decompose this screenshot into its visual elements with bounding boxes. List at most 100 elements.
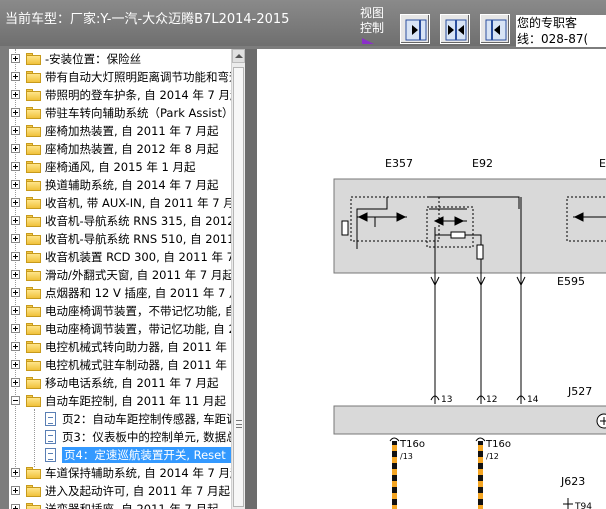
tree-folder-item[interactable]: 带有自动大灯照明距离调节功能和弯道 [9,68,231,86]
tree-folder-item[interactable]: 收音机-导航系统 RNS 510, 自 2011 [9,230,231,248]
tree-folder-item[interactable]: 座椅加热装置, 自 2011 年 7 月起 [9,122,231,140]
tree-item-label: 收音机, 带 AUX-IN, 自 2011 年 7 月 [45,196,231,210]
pin-number: 12 [486,395,498,405]
tree-folder-item[interactable]: 点烟器和 12 V 插座, 自 2011 年 7 月 [9,284,231,302]
tree-item-label: -安装位置：保险丝 [45,52,142,66]
view-indicator-icon [362,38,374,44]
tree-folder-item[interactable]: -安装位置：保险丝 [9,50,231,68]
expand-icon[interactable] [11,234,20,243]
tree-folder-item[interactable]: 电动座椅调节装置，不带记忆功能, 自 [9,302,231,320]
folder-icon [26,359,41,371]
folder-icon [26,197,41,209]
tree-folder-item[interactable]: 电动座椅调节装置，带记忆功能, 自 2 [9,320,231,338]
component-label: E595 [557,275,585,288]
folder-icon [26,503,41,509]
expand-icon[interactable] [11,54,20,63]
folder-icon [26,377,41,389]
expand-icon[interactable] [11,216,20,225]
tree-folder-item[interactable]: 自动车距控制, 自 2011 年 11 月起 [9,392,231,410]
tree-folder-item[interactable]: 带驻车转向辅助系统（Park Assist） [9,104,231,122]
expand-icon[interactable] [11,468,20,477]
vehicle-info: 当前车型：厂家:Y-一汽-大众迈腾B7L2014-2015 [5,12,290,27]
show-diagram-only-button[interactable] [400,14,430,44]
component-label: J527 [568,385,593,398]
folder-icon [26,161,41,173]
tree-folder-item[interactable]: 电控机械式驻车制动器, 自 2011 年 7 [9,356,231,374]
expand-icon[interactable] [11,378,20,387]
folder-icon [26,53,41,65]
expand-icon[interactable] [11,108,20,117]
tree-folder-item[interactable]: 带照明的登车护条, 自 2014 年 7 月起 [9,86,231,104]
tree-item-label: 座椅通风, 自 2015 年 1 月起 [45,160,196,174]
tree-folder-item[interactable]: 电控机械式转向助力器, 自 2011 年 7 [9,338,231,356]
tree-folder-item[interactable]: 进入及起动许可, 自 2011 年 7 月起 [9,482,231,500]
connector-label: T94 [575,502,592,509]
folder-icon [26,305,41,317]
show-tree-only-button[interactable] [480,14,510,44]
pin-number: 13 [441,395,453,405]
expand-icon[interactable] [11,162,20,171]
tree-page-item[interactable]: 页2：自动车距控制传感器, 车距调 [9,410,231,428]
component-label: E357 [385,157,413,170]
expand-icon[interactable] [11,306,20,315]
tree-item-label: 页3：仪表板中的控制单元, 数据总 [62,430,231,444]
expand-icon[interactable] [11,486,20,495]
wiring-diagram-canvas [333,178,606,509]
panel-left-icon [485,19,507,41]
wire-yellow-black-b [478,441,483,509]
scroll-up-button[interactable] [232,49,245,63]
collapse-icon[interactable] [11,396,20,405]
folder-icon [26,251,41,263]
tree-item-label: 收音机-导航系统 RNS 315, 自 2012 [45,214,231,228]
expand-icon[interactable] [11,504,20,509]
tree-scrollbar[interactable] [231,49,245,509]
expand-icon[interactable] [11,270,20,279]
tree-folder-item[interactable]: 座椅加热装置, 自 2012 年 8 月起 [9,140,231,158]
expand-icon[interactable] [11,360,20,369]
tree-folder-item[interactable]: 收音机装置 RCD 300, 自 2011 年 7 [9,248,231,266]
tree-item-label: 移动电话系统, 自 2011 年 7 月起 [45,376,219,390]
tree-item-label: 带有自动大灯照明距离调节功能和弯道 [45,70,231,84]
tree-folder-item[interactable]: 收音机-导航系统 RNS 315, 自 2012 [9,212,231,230]
tree-item-label: 换道辅助系统, 自 2014 年 7 月起 [45,178,219,192]
expand-icon[interactable] [11,288,20,297]
expand-icon[interactable] [11,72,20,81]
document-icon [45,412,56,426]
expand-icon[interactable] [11,126,20,135]
tree-folder-item[interactable]: 移动电话系统, 自 2011 年 7 月起 [9,374,231,392]
folder-icon [26,71,41,83]
tree-folder-item[interactable]: 车道保持辅助系统, 自 2014 年 7 月起 [9,464,231,482]
tree-item-label: 页4：定速巡航装置开关, Reset（ [62,447,231,463]
tree-folder-item[interactable]: 收音机, 带 AUX-IN, 自 2011 年 7 月 [9,194,231,212]
expand-icon[interactable] [11,180,20,189]
folder-icon [26,215,41,227]
tree-item-label: 点烟器和 12 V 插座, 自 2011 年 7 月 [45,286,231,300]
tree-item-label: 自动车距控制, 自 2011 年 11 月起 [45,394,226,408]
tree-item-label: 电控机械式转向助力器, 自 2011 年 7 [45,340,231,354]
tree-item-label: 收音机-导航系统 RNS 510, 自 2011 [45,232,231,246]
wiring-diagram[interactable]: E357 E92 E E595 J527 J623 13 12 14 T16o … [257,49,606,509]
panel-right-icon [405,19,427,41]
tree-folder-item[interactable]: 座椅通风, 自 2015 年 1 月起 [9,158,231,176]
tree-item-label: 车道保持辅助系统, 自 2014 年 7 月起 [45,466,231,480]
tree-folder-item[interactable]: 换道辅助系统, 自 2014 年 7 月起 [9,176,231,194]
expand-icon[interactable] [11,342,20,351]
scroll-thumb[interactable] [233,67,244,507]
pane-splitter[interactable] [245,49,257,509]
expand-icon[interactable] [11,252,20,261]
connector-label: T16o /13 [400,439,425,461]
tree-page-item[interactable]: 页4：定速巡航装置开关, Reset（ [9,446,231,464]
expand-icon[interactable] [11,324,20,333]
circuit-tree[interactable]: -安装位置：保险丝带有自动大灯照明距离调节功能和弯道带照明的登车护条, 自 20… [9,49,231,509]
expand-icon[interactable] [11,144,20,153]
tree-item-label: 座椅加热装置, 自 2012 年 8 月起 [45,142,219,156]
tree-page-item[interactable]: 页3：仪表板中的控制单元, 数据总 [9,428,231,446]
document-icon [45,430,56,444]
tree-folder-item[interactable]: 送变器和插座, 自 2011 年 7 月起 [9,500,231,509]
split-view-button[interactable] [440,14,470,44]
expand-icon[interactable] [11,198,20,207]
expand-icon[interactable] [11,90,20,99]
folder-icon [26,323,41,335]
tree-folder-item[interactable]: 滑动/外翻式天窗, 自 2011 年 7 月起 [9,266,231,284]
tree-item-label: 带驻车转向辅助系统（Park Assist） [45,106,231,120]
